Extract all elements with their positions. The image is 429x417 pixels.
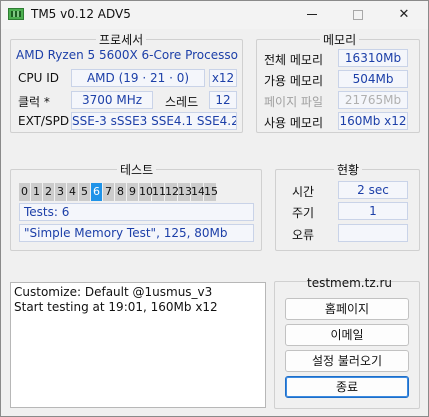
memory-chip-icon <box>8 8 24 20</box>
test-tile-15: 15 <box>204 183 218 201</box>
close-button[interactable]: ✕ <box>381 1 427 29</box>
test-tiles: 0 1 2 3 4 5 6 7 8 9 10 11 12 13 14 15 <box>19 183 218 201</box>
test-tile-7: 7 <box>103 183 115 201</box>
test-tile-14: 14 <box>191 183 205 201</box>
log-output[interactable]: Customize: Default @1usmus_v3 Start test… <box>10 282 266 408</box>
test-tile-1: 1 <box>31 183 43 201</box>
log-line: Start testing at 19:01, 160Mb x12 <box>14 300 218 314</box>
homepage-button[interactable]: 홈페이지 <box>285 298 409 320</box>
load-settings-button[interactable]: 설정 불러오기 <box>285 350 409 372</box>
cpu-id-multiplier: x12 <box>209 69 237 87</box>
clock-label: 클럭 * <box>18 95 50 109</box>
minimize-icon <box>307 14 317 15</box>
memory-group-title: 메모리 <box>320 31 360 48</box>
available-memory-value: 504Mb <box>338 70 408 88</box>
threads-value: 12 <box>209 91 237 109</box>
test-tile-3: 3 <box>55 183 67 201</box>
close-icon: ✕ <box>398 7 410 22</box>
test-tile-13: 13 <box>178 183 192 201</box>
exit-button[interactable]: 종료 <box>285 376 409 398</box>
maximize-button <box>335 1 381 29</box>
ext-spd-value: SSE-3 sSSE3 SSE4.1 SSE4.2 <box>71 112 237 130</box>
current-test-line: "Simple Memory Test", 125, 80Mb <box>19 224 254 242</box>
ext-spd-label: EXT/SPD <box>18 114 70 128</box>
test-tile-2: 2 <box>43 183 55 201</box>
total-memory-value: 16310Mb <box>338 49 408 67</box>
title-bar[interactable]: TM5 v0.12 ADV5 ✕ <box>1 1 428 29</box>
time-value: 2 sec <box>338 181 408 199</box>
app-window: TM5 v0.12 ADV5 ✕ 프로세서 AMD Ryzen 5 5600X … <box>0 0 429 417</box>
cpu-id-label: CPU ID <box>18 71 59 85</box>
window-title: TM5 v0.12 ADV5 <box>31 7 131 21</box>
error-value <box>338 224 408 242</box>
test-group-title: 테스트 <box>117 161 157 178</box>
website-label: testmem.tz.ru <box>307 276 392 290</box>
total-memory-label: 전체 메모리 <box>264 53 324 67</box>
page-file-value: 21765Mb <box>338 91 408 109</box>
status-group-title: 현황 <box>334 161 363 178</box>
test-tile-6-active: 6 <box>91 183 103 201</box>
error-label: 오류 <box>292 228 315 242</box>
test-tile-12: 12 <box>165 183 179 201</box>
cpu-name: AMD Ryzen 5 5600X 6-Core Processor <box>15 46 239 64</box>
email-button[interactable]: 이메일 <box>285 324 409 346</box>
test-tile-8: 8 <box>115 183 127 201</box>
used-memory-label: 사용 메모리 <box>264 116 324 130</box>
page-file-label: 페이지 파일 <box>264 95 324 109</box>
cycle-label: 주기 <box>292 206 315 220</box>
test-tile-9: 9 <box>127 183 139 201</box>
test-tile-0: 0 <box>19 183 31 201</box>
tests-line: Tests: 6 <box>19 203 254 221</box>
test-tile-11: 11 <box>152 183 166 201</box>
threads-label: 스레드 <box>165 95 199 109</box>
log-line: Customize: Default @1usmus_v3 <box>14 285 213 299</box>
cycle-value: 1 <box>338 202 408 220</box>
used-memory-value: 160Mb x12 <box>338 112 408 130</box>
clock-value: 3700 MHz <box>71 91 153 109</box>
minimize-button[interactable] <box>289 1 335 29</box>
cpu-id-value: AMD (19 · 21 · 0) <box>71 69 205 87</box>
test-tile-4: 4 <box>67 183 79 201</box>
test-tile-10: 10 <box>139 183 153 201</box>
time-label: 시간 <box>292 185 315 199</box>
test-tile-5: 5 <box>79 183 91 201</box>
available-memory-label: 가용 메모리 <box>264 74 324 88</box>
maximize-icon <box>353 9 363 20</box>
